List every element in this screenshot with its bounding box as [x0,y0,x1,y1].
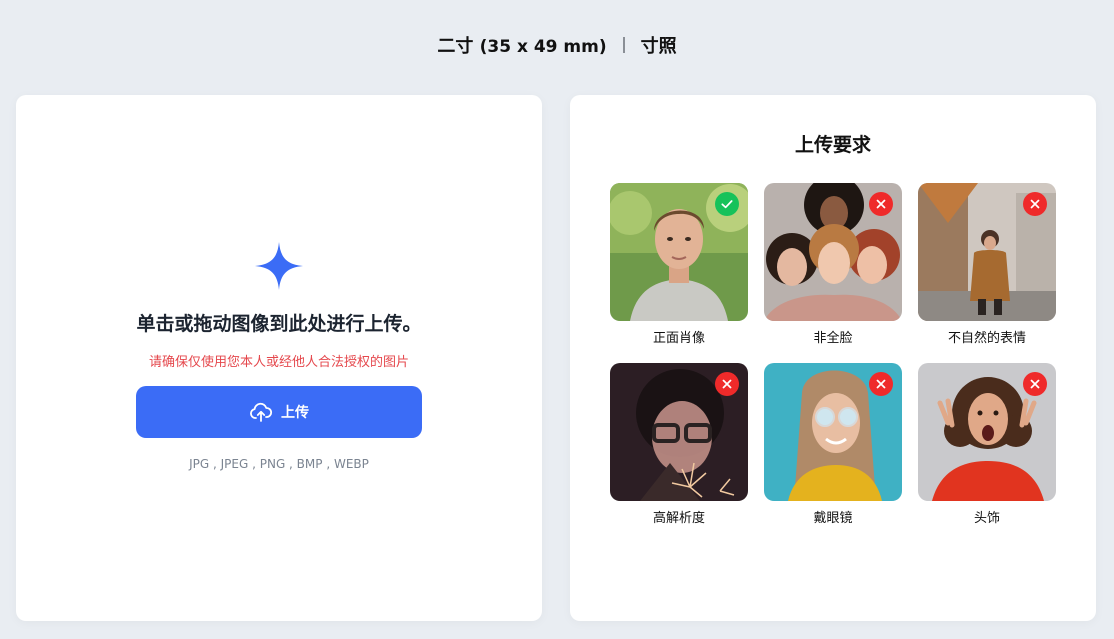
cloud-upload-icon [250,402,273,422]
requirement-label: 高解析度 [652,511,705,526]
rejected-badge [1023,192,1047,216]
photo-size-name: 二寸 [437,36,474,57]
example-photo-frontal [610,183,748,321]
example-photo-street [918,183,1056,321]
rejected-badge [869,372,893,396]
requirement-not-full-face: 非全脸 [764,183,902,346]
requirements-card: 上传要求 正面肖像 非全脸 不自然的表情 高解析度 戴眼镜 头饰 [570,95,1096,621]
example-photo-glasses [764,363,902,501]
close-icon [876,199,886,209]
upload-button[interactable]: 上传 [136,386,422,438]
requirement-frontal-portrait: 正面肖像 [610,183,748,346]
requirement-headwear: 头饰 [918,363,1056,526]
requirements-title: 上传要求 [794,134,871,156]
example-photo-surprised [918,363,1056,501]
sparkle-plus-icon [255,242,303,290]
example-photo-blurry [610,363,748,501]
requirement-wearing-glasses: 戴眼镜 [764,363,902,526]
upload-dropzone[interactable]: 单击或拖动图像到此处进行上传。 请确保仅使用您本人或经他人合法授权的图片 上传 … [16,95,542,621]
rejected-badge [869,192,893,216]
close-icon [876,379,886,389]
requirement-label: 非全脸 [813,331,853,346]
photo-type-title: 寸照 [640,36,677,57]
requirement-high-resolution: 高解析度 [610,363,748,526]
example-photo-group [764,183,902,321]
close-icon [722,379,732,389]
close-icon [1030,199,1040,209]
rejected-badge [1023,372,1047,396]
rejected-badge [715,372,739,396]
close-icon [1030,379,1040,389]
accepted-badge [715,192,739,216]
requirement-unnatural-expression: 不自然的表情 [918,183,1056,346]
upload-card[interactable]: 单击或拖动图像到此处进行上传。 请确保仅使用您本人或经他人合法授权的图片 上传 … [16,95,542,621]
upload-instruction: 单击或拖动图像到此处进行上传。 [136,313,422,335]
requirement-label: 头饰 [973,511,1000,526]
requirement-label: 戴眼镜 [813,511,853,526]
photo-size-dimensions: (35 x 49 mm) [479,37,607,57]
requirement-label: 正面肖像 [652,331,705,346]
check-icon [721,200,733,209]
requirement-label: 不自然的表情 [947,331,1026,346]
upload-consent-warning: 请确保仅使用您本人或经他人合法授权的图片 [148,355,409,370]
photo-size-title: 二寸 (35 x 49 mm) [437,32,606,58]
page-header: 二寸 (35 x 49 mm) 寸照 [0,0,1114,90]
upload-button-label: 上传 [281,405,309,421]
supported-formats: JPG , JPEG , PNG , BMP , WEBP [189,457,369,471]
requirements-grid: 正面肖像 非全脸 不自然的表情 高解析度 戴眼镜 头饰 [610,183,1056,533]
header-divider [622,37,625,53]
